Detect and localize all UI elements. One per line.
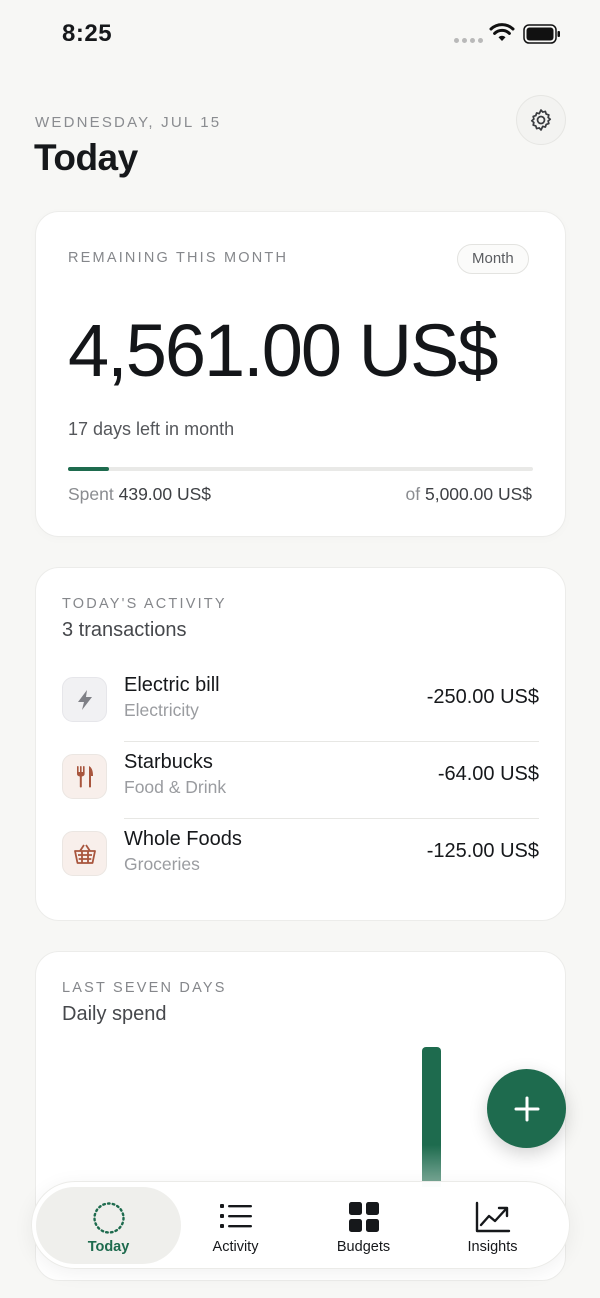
period-selector[interactable]: Month <box>457 244 529 274</box>
transaction-amount: -64.00 US$ <box>437 763 539 785</box>
tab-label: Insights <box>467 1239 518 1255</box>
tab-insights[interactable]: Insights <box>420 1187 565 1264</box>
remaining-amount: 4,561.00 US$ <box>68 309 499 392</box>
signal-dots-icon <box>454 38 483 43</box>
settings-button[interactable] <box>516 95 566 145</box>
seven-days-subtitle: Daily spend <box>62 1003 167 1025</box>
grid-icon <box>348 1202 379 1232</box>
budget-value: 5,000.00 US$ <box>424 484 532 504</box>
transaction-amount: -250.00 US$ <box>426 686 539 708</box>
status-bar: 8:25 <box>0 0 600 70</box>
tab-label: Activity <box>212 1239 259 1255</box>
tab-today[interactable]: Today <box>36 1187 181 1264</box>
tab-label: Today <box>87 1239 130 1255</box>
remaining-card[interactable]: REMAINING THIS MONTH Month 4,561.00 US$ … <box>35 211 566 537</box>
activity-eyebrow: TODAY'S ACTIVITY <box>62 596 227 612</box>
basket-icon <box>62 831 107 876</box>
spent-summary: Spent 439.00 US$ <box>68 484 211 505</box>
plus-icon <box>514 1096 539 1121</box>
transaction-row[interactable]: Electric bill Electricity -250.00 US$ <box>62 665 539 742</box>
transaction-row[interactable]: Whole Foods Groceries -125.00 US$ <box>62 819 539 896</box>
tab-activity[interactable]: Activity <box>163 1187 308 1264</box>
budget-progress-fill <box>68 467 109 471</box>
wifi-icon <box>489 23 515 41</box>
spent-label: Spent <box>68 484 114 504</box>
remaining-eyebrow: REMAINING THIS MONTH <box>68 250 289 266</box>
list-icon <box>219 1204 252 1228</box>
battery-icon <box>523 24 560 44</box>
gear-icon <box>530 109 552 131</box>
tab-bar: Today Activity Budgets Insights <box>31 1181 570 1269</box>
tab-budgets[interactable]: Budgets <box>291 1187 436 1264</box>
today-ring-icon <box>92 1202 125 1234</box>
trend-chart-icon <box>475 1201 510 1233</box>
status-time: 8:25 <box>62 20 113 47</box>
days-left-text: 17 days left in month <box>68 419 235 439</box>
transaction-category: Groceries <box>124 854 200 874</box>
transaction-name: Starbucks <box>124 751 213 773</box>
fork-knife-icon <box>62 754 107 799</box>
transaction-row[interactable]: Starbucks Food & Drink -64.00 US$ <box>62 742 539 819</box>
date-label: WEDNESDAY, JUL 15 <box>35 114 222 131</box>
budget-summary: of 5,000.00 US$ <box>405 484 532 505</box>
of-label: of <box>405 484 421 504</box>
transaction-amount: -125.00 US$ <box>426 840 539 862</box>
spent-value: 439.00 US$ <box>118 484 212 504</box>
lightning-icon <box>62 677 107 722</box>
page-title: Today <box>34 137 138 178</box>
seven-days-eyebrow: LAST SEVEN DAYS <box>62 980 227 996</box>
transaction-category: Electricity <box>124 700 199 720</box>
tab-label: Budgets <box>336 1239 391 1255</box>
todays-activity-card: TODAY'S ACTIVITY 3 transactions Electric… <box>35 567 566 921</box>
daily-spend-bar <box>422 1047 441 1187</box>
transaction-category: Food & Drink <box>124 777 227 797</box>
transaction-name: Electric bill <box>124 674 220 696</box>
transaction-count: 3 transactions <box>62 619 187 641</box>
add-transaction-button[interactable] <box>487 1069 566 1148</box>
budget-progress-bar <box>68 467 533 471</box>
transaction-name: Whole Foods <box>124 828 242 850</box>
